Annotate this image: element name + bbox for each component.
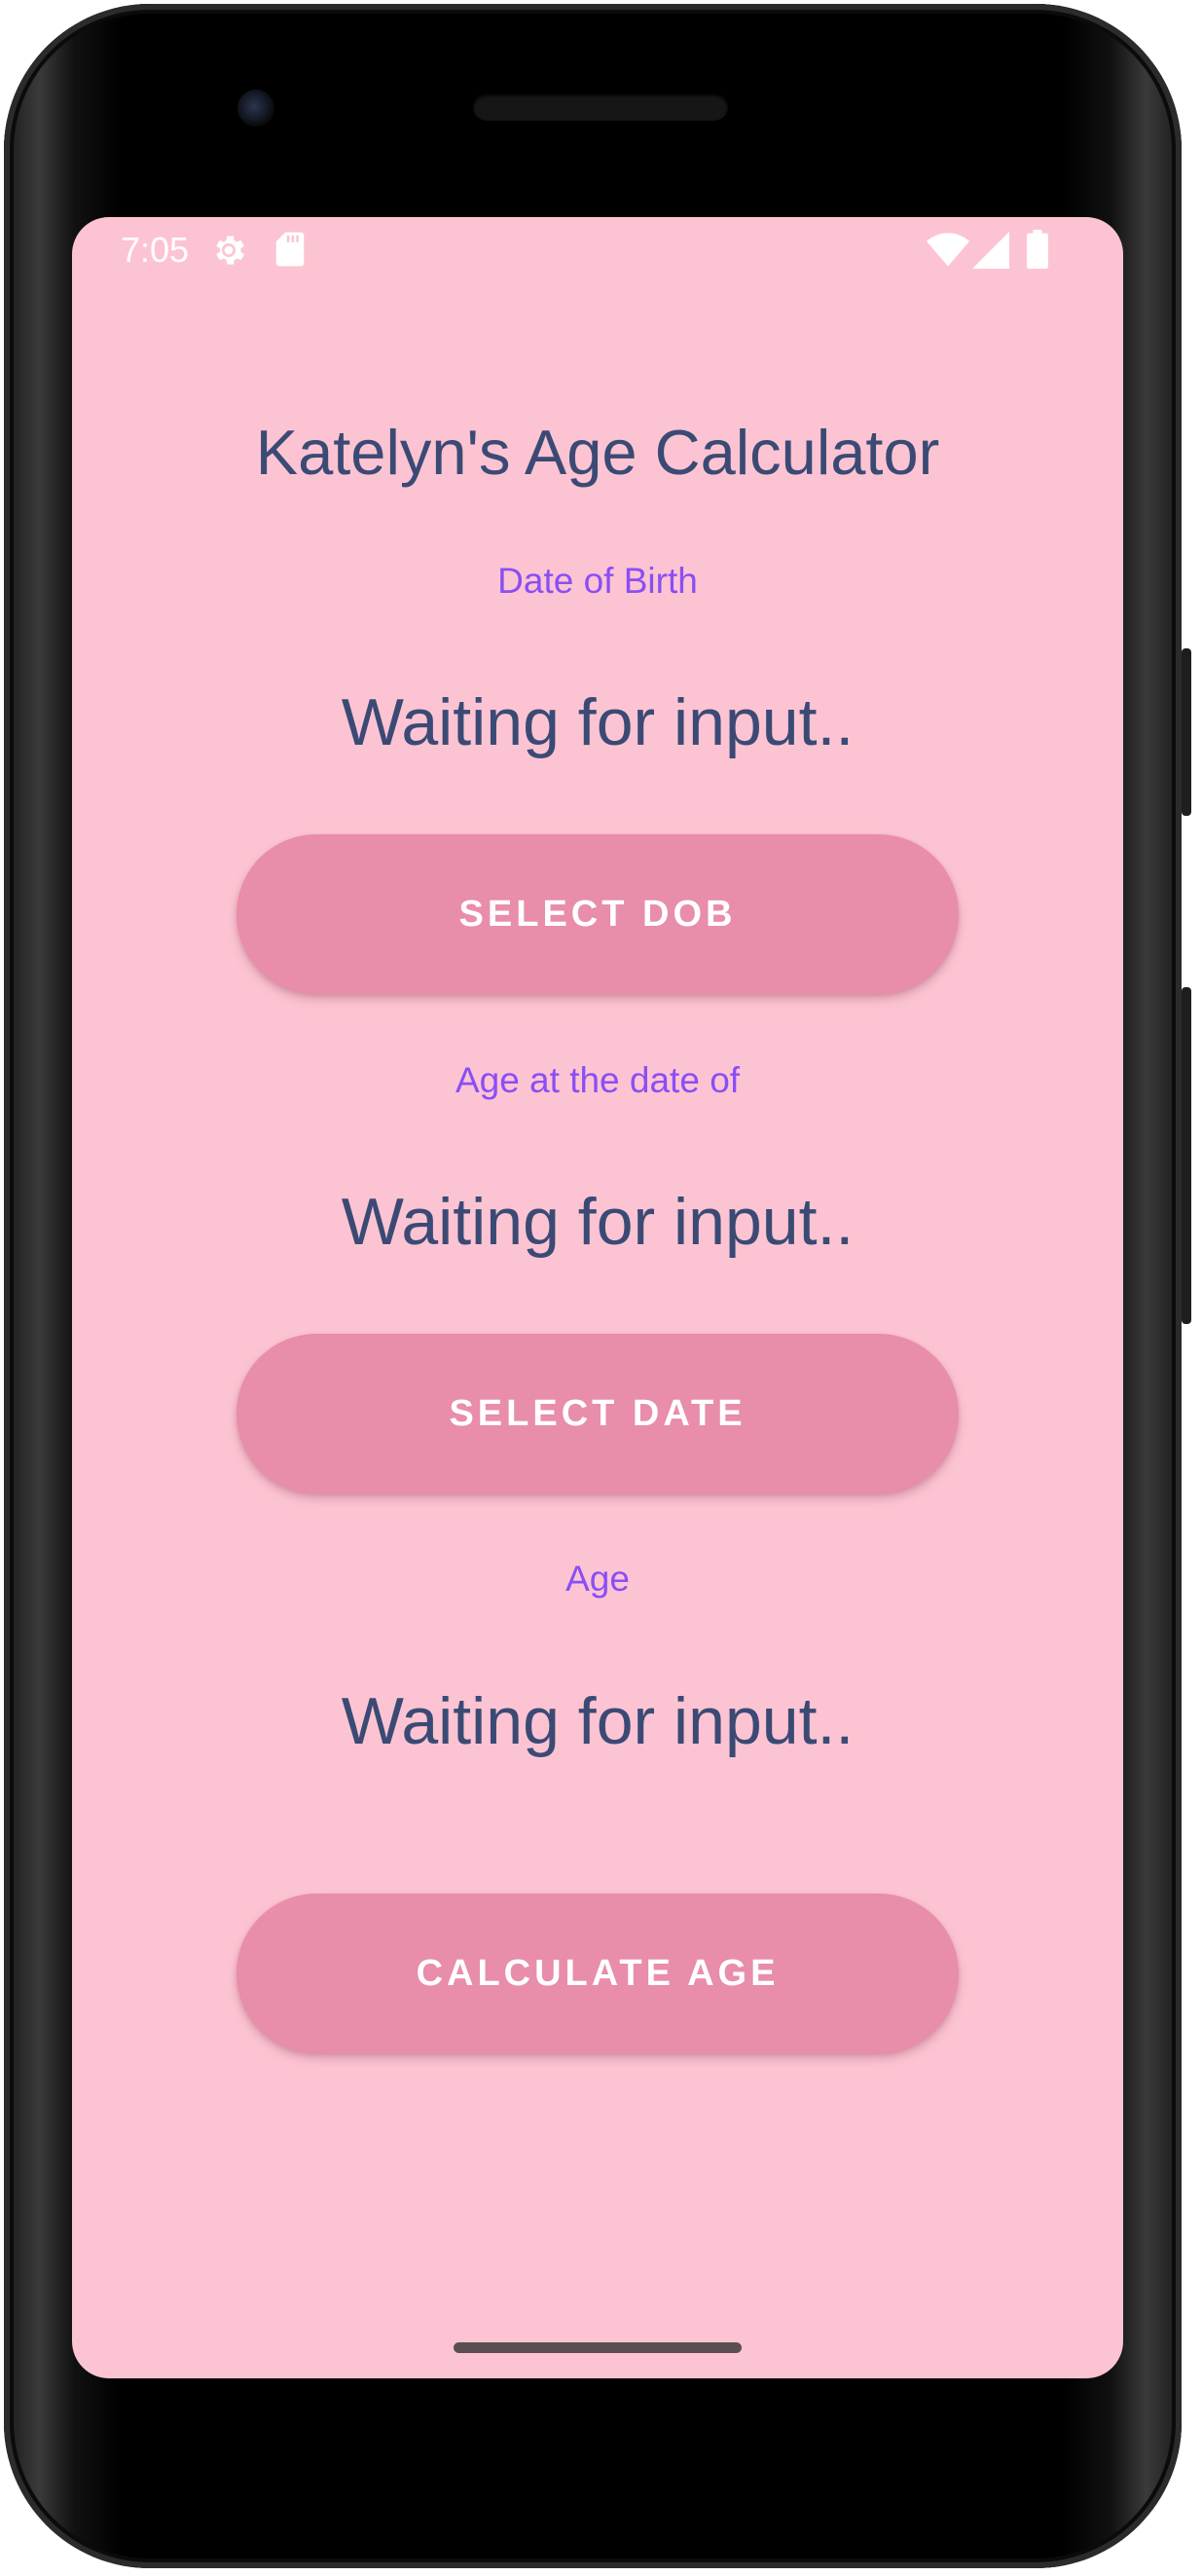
select-date-button[interactable]: SELECT DATE [237, 1334, 959, 1493]
home-indicator[interactable] [454, 2342, 742, 2353]
sd-card-icon [275, 232, 305, 267]
earpiece-speaker [473, 93, 728, 121]
wifi-icon [927, 233, 969, 267]
age-value: Waiting for input.. [341, 1684, 855, 1758]
power-button [1182, 648, 1191, 816]
dob-value: Waiting for input.. [341, 685, 855, 759]
status-bar: 7:05 [72, 217, 1123, 285]
age-label: Age [565, 1559, 630, 1599]
status-time: 7:05 [121, 230, 190, 270]
phone-screen: 7:05 Katelyn's Age Calculator Date of Bi… [72, 217, 1123, 2378]
battery-icon [1027, 230, 1048, 269]
settings-gear-icon [216, 236, 244, 265]
select-dob-button[interactable]: SELECT DOB [237, 834, 959, 994]
age-at-date-value: Waiting for input.. [341, 1185, 855, 1259]
cell-signal-icon [972, 232, 1009, 269]
front-camera [237, 90, 274, 127]
age-at-date-label: Age at the date of [455, 1060, 741, 1100]
dob-label: Date of Birth [497, 561, 698, 601]
volume-button [1182, 987, 1191, 1324]
phone-frame: 7:05 Katelyn's Age Calculator Date of Bi… [4, 4, 1191, 2568]
app-title: Katelyn's Age Calculator [255, 417, 940, 488]
calculate-age-button[interactable]: CALCULATE AGE [237, 1894, 959, 2053]
